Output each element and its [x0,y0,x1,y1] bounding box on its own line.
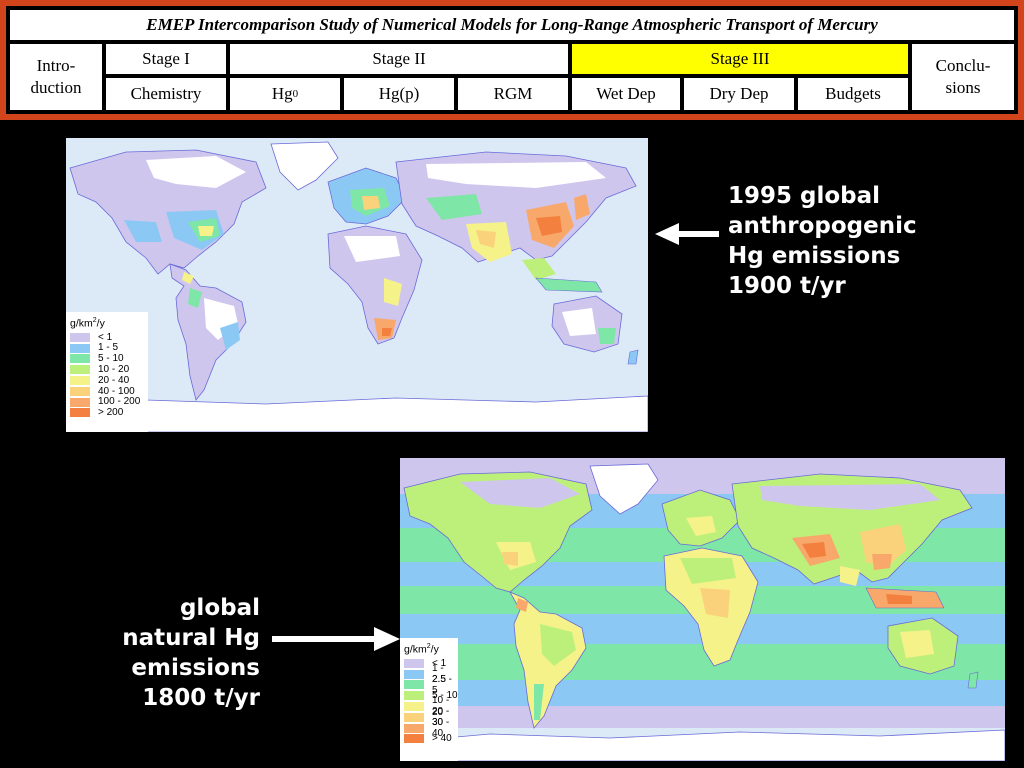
legend-entry: > 200 [66,407,148,418]
note-line: global [179,595,260,621]
tab-stage-3[interactable]: Stage III [572,44,908,74]
legend-entry: 10 - 20 [66,364,148,375]
natural-emissions-map: g/km2/y < 11 - 2.5 2.5 - 55 - 10 10 - 20 20… [400,458,1005,761]
navigation-table: EMEP Intercomparison Study of Numerical … [6,6,1018,114]
tab-budgets[interactable]: Budgets [798,78,908,110]
note-line: Hg emissions [728,243,901,269]
note-line: 1995 global [728,183,881,209]
anthropogenic-emissions-note: 1995 global anthropogenic Hg emissions 1… [728,181,1018,301]
legend-swatch [404,680,424,690]
legend-title: g/km2/y [404,643,439,656]
tab-hg0-label: Hg [271,84,293,103]
note-line: 1800 t/yr [142,685,260,711]
anthropogenic-emissions-map: g/km2/y < 11 - 55 - 10 10 - 20 20 - 40 40 -… [66,138,648,432]
legend-swatch [404,658,424,668]
legend-swatch [404,712,424,722]
legend-entry: 30 - 40 [400,717,458,739]
legend-entry: > 40 [400,733,458,744]
legend-title: g/km2/y [70,317,105,330]
legend-label: 20 - 40 [98,374,130,386]
legend-label: 10 - 20 [98,364,130,375]
tab-rgm[interactable]: RGM [458,78,568,110]
natural-map-graphic [400,458,1005,761]
legend-label: < 1 [98,331,113,343]
legend-swatch [404,723,424,733]
legend-label: 40 - 100 [98,385,135,397]
legend-swatch [404,669,424,679]
legend-swatch [404,691,424,701]
anthropogenic-map-legend: g/km2/y < 11 - 55 - 10 10 - 20 20 - 40 40 -… [66,312,148,432]
tab-stage-2[interactable]: Stage II [230,44,568,74]
legend-swatch [70,332,90,342]
legend-swatch [70,397,90,407]
arrow-right-icon [272,627,400,651]
legend-label: 5 - 10 [98,353,124,365]
legend-swatch [70,408,90,418]
legend-swatch [404,734,424,744]
note-line: natural Hg [122,625,260,651]
legend-entry: 20 - 40 [66,375,148,386]
banner-title: EMEP Intercomparison Study of Numerical … [10,10,1014,40]
legend-swatch [70,375,90,385]
legend-label: 1 - 5 [98,342,119,354]
legend-entry: 40 - 100 [66,386,148,397]
navigation-banner: EMEP Intercomparison Study of Numerical … [0,0,1024,120]
legend-entry: < 1 [66,332,148,343]
arrow-left-icon [655,223,719,245]
legend-entry: 1 - 5 [66,342,148,354]
tab-hg-p[interactable]: Hg(p) [344,78,454,110]
tab-introduction[interactable]: Intro- duction [10,44,102,110]
note-line: emissions [131,655,260,681]
legend-swatch [70,386,90,396]
note-line: anthropogenic [728,213,917,239]
legend-entry: 5 - 10 [66,353,148,365]
legend-entry: 2.5 - 5 [400,674,458,696]
legend-label: > 40 [432,733,452,745]
tab-conclusions[interactable]: Conclu- sions [912,44,1014,110]
note-line: 1900 t/yr [728,273,846,299]
tab-stage-1[interactable]: Stage I [106,44,226,74]
natural-emissions-note: global natural Hg emissions 1800 t/yr [40,593,260,713]
tab-dry-dep[interactable]: Dry Dep [684,78,794,110]
legend-label: 100 - 200 [98,396,141,408]
tab-hg0[interactable]: Hg 0 [230,78,340,110]
anthropogenic-map-graphic [66,141,648,432]
natural-map-legend: g/km2/y < 11 - 2.5 2.5 - 55 - 10 10 - 20 20… [400,638,458,761]
legend-entry: 100 - 200 [66,396,148,408]
legend-label: > 200 [98,407,124,419]
legend-swatch [404,701,424,711]
legend-swatch [70,343,90,353]
tab-wet-dep[interactable]: Wet Dep [572,78,680,110]
legend-swatch [70,365,90,375]
tab-chemistry[interactable]: Chemistry [106,78,226,110]
legend-swatch [70,354,90,364]
